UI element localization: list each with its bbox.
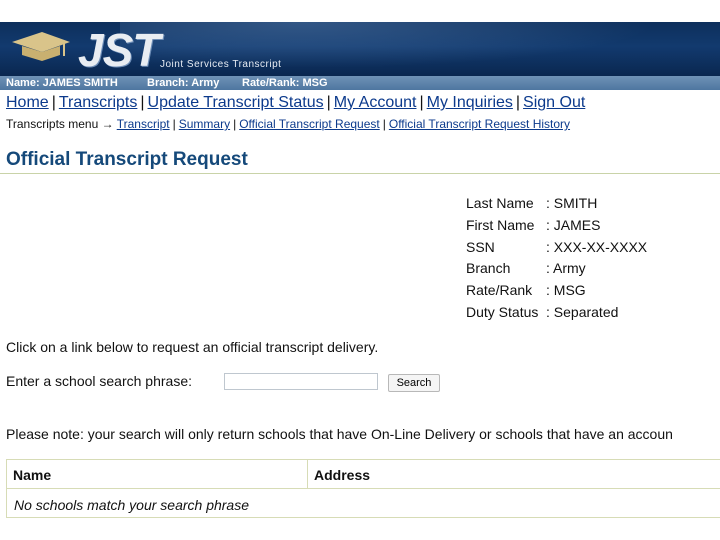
results-table: Name Address No schools match your searc…: [6, 459, 720, 518]
column-header-name: Name: [13, 467, 52, 483]
nav-my-account[interactable]: My Account: [334, 94, 417, 111]
nav-separator: |: [515, 94, 521, 111]
submenu-separator: |: [233, 117, 237, 131]
page-title: Official Transcript Request: [6, 149, 248, 170]
detail-label: First Name: [466, 216, 535, 233]
nav-separator: |: [140, 94, 145, 111]
column-divider: [307, 460, 308, 489]
detail-label: Branch: [466, 260, 511, 277]
nav-update-transcript-status[interactable]: Update Transcript Status: [148, 94, 324, 111]
search-note: Please note: your search will only retur…: [6, 426, 673, 442]
title-divider: [0, 173, 720, 174]
site-logo-text: JST: [78, 24, 160, 76]
nav-separator: |: [419, 94, 424, 111]
school-search-input[interactable]: [224, 373, 378, 390]
submenu-separator: |: [172, 117, 176, 131]
search-button[interactable]: Search: [388, 374, 440, 392]
detail-label: Duty Status: [466, 303, 539, 320]
detail-value: : Army: [546, 260, 586, 277]
main-nav: Home | Transcripts | Update Transcript Statu…: [6, 94, 585, 112]
detail-value: : JAMES: [546, 216, 601, 233]
nav-home[interactable]: Home: [6, 94, 49, 111]
instructions-text: Click on a link below to request an offi…: [6, 339, 379, 355]
results-table-header: Name Address: [7, 460, 720, 489]
nav-sign-out[interactable]: Sign Out: [523, 94, 585, 111]
submenu-separator: |: [382, 117, 386, 131]
site-logo-subtitle: Joint Services Transcript: [160, 59, 282, 70]
submenu-summary[interactable]: Summary: [179, 117, 230, 131]
site-banner: JST Joint Services Transcript: [0, 22, 720, 76]
user-name: Name: JAMES SMITH: [6, 77, 118, 89]
graduation-cap-icon: [12, 32, 70, 61]
detail-value: : XXX-XX-XXXX: [546, 238, 648, 255]
submenu-official-transcript-request-history[interactable]: Official Transcript Request History: [389, 117, 570, 131]
user-info-bar: Name: JAMES SMITH Branch: Army Rate/Rank…: [0, 76, 720, 90]
detail-value: : MSG: [546, 282, 586, 299]
submenu-transcript[interactable]: Transcript: [117, 117, 170, 131]
nav-separator: |: [51, 94, 56, 111]
transcripts-submenu: Transcripts menu → Transcript | Summary | Of…: [6, 117, 570, 131]
detail-label: SSN: [466, 238, 495, 255]
user-branch: Branch: Army: [147, 77, 220, 89]
no-results-message: No schools match your search phrase: [14, 497, 249, 513]
submenu-prefix: Transcripts menu →: [6, 117, 114, 131]
detail-value: : SMITH: [546, 195, 598, 211]
column-header-address: Address: [314, 467, 371, 483]
detail-label: Rate/Rank: [466, 282, 533, 299]
detail-label: Last Name: [466, 195, 534, 211]
nav-my-inquiries[interactable]: My Inquiries: [427, 94, 513, 111]
detail-value: : Separated: [546, 303, 619, 320]
school-search-label: Enter a school search phrase:: [6, 373, 192, 389]
user-rate-rank: Rate/Rank: MSG: [242, 77, 328, 89]
nav-separator: |: [326, 94, 331, 111]
submenu-official-transcript-request[interactable]: Official Transcript Request: [239, 117, 380, 131]
nav-transcripts[interactable]: Transcripts: [59, 94, 138, 111]
